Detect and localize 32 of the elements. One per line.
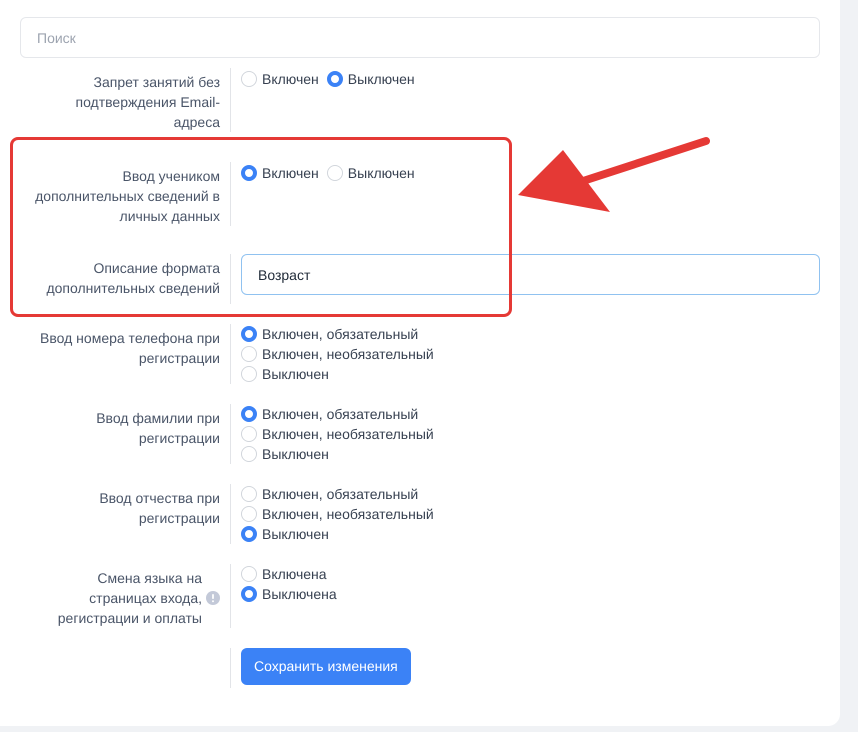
setting-label: Смена языка на страницах входа, регистрации и оплаты	[56, 569, 202, 628]
search-field[interactable]: Поиск	[20, 17, 820, 58]
setting-label: Ввод номера телефона при регистрации	[40, 330, 220, 366]
input-field[interactable]: Возраст	[241, 254, 820, 295]
radio-option[interactable]: Включен, обязательный	[241, 484, 820, 504]
radio-option[interactable]: Включен, обязательный	[241, 324, 820, 344]
radio-option[interactable]: Включен	[241, 163, 319, 183]
radio-option[interactable]: Включена	[241, 564, 820, 584]
setting-label: Ввод учеником дополнительных сведений в личных данных	[35, 168, 220, 224]
setting-label: Описание формата дополнительных сведений	[46, 260, 220, 296]
radio-button[interactable]	[241, 406, 257, 422]
radio-option[interactable]: Включен, необязательный	[241, 344, 820, 364]
radio-option[interactable]: Выключен	[326, 163, 415, 183]
info-icon[interactable]	[206, 591, 220, 605]
radio-button[interactable]	[241, 586, 257, 602]
radio-button[interactable]	[241, 326, 257, 342]
radio-option[interactable]: Включен, обязательный	[241, 404, 820, 424]
radio-option[interactable]: Включен, необязательный	[241, 424, 820, 444]
radio-button[interactable]	[241, 165, 257, 181]
radio-button[interactable]	[241, 526, 257, 542]
setting-label: Ввод отчества при регистрации	[99, 490, 220, 526]
radio-option[interactable]: Включен	[241, 69, 319, 89]
setting-label: Запрет занятий без подтверждения Email-адреса	[75, 74, 220, 130]
radio-option[interactable]: Выключен	[326, 69, 415, 89]
setting-label: Ввод фамилии при регистрации	[96, 410, 220, 446]
radio-option[interactable]: Выключен	[241, 524, 820, 544]
save-button[interactable]: Сохранить изменения	[241, 648, 411, 685]
radio-option[interactable]: Выключен	[241, 444, 820, 464]
radio-option[interactable]: Выключена	[241, 584, 820, 604]
radio-button[interactable]	[326, 71, 343, 87]
radio-option[interactable]: Выключен	[241, 364, 820, 384]
radio-option[interactable]: Включен, необязательный	[241, 504, 820, 524]
